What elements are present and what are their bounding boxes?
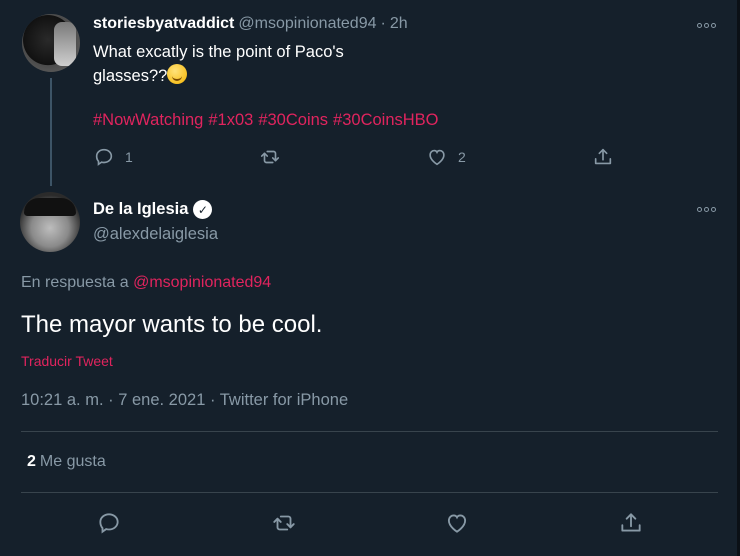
- parent-reply-button[interactable]: 1: [93, 146, 133, 168]
- like-button[interactable]: [444, 510, 470, 536]
- likes-label: Me gusta: [39, 453, 106, 470]
- heart-icon: [429, 149, 445, 166]
- parent-timestamp[interactable]: 2h: [390, 15, 408, 32]
- translate-tweet-link[interactable]: Traducir Tweet: [21, 353, 113, 369]
- thread-connector-line: [50, 78, 52, 186]
- hashtag-link[interactable]: #30CoinsHBO: [333, 111, 438, 129]
- parent-hashtags: #NowWatching #1x03 #30Coins #30CoinsHBO: [93, 111, 444, 130]
- reply-prefix: En respuesta a: [21, 274, 129, 291]
- parent-tweet-text: What excatly is the point of Paco's glas…: [93, 41, 413, 88]
- likes-summary[interactable]: 2 Me gusta: [27, 453, 106, 471]
- parent-like-count: 2: [458, 149, 466, 165]
- hashtag-link[interactable]: #30Coins: [258, 111, 328, 129]
- parent-handle[interactable]: @msopinionated94: [238, 15, 376, 32]
- avatar-de-la-iglesia[interactable]: [20, 192, 80, 252]
- parent-reply-count: 1: [125, 149, 133, 165]
- divider: [21, 431, 718, 432]
- focused-handle[interactable]: @alexdelaiglesia: [93, 225, 218, 244]
- parent-more-icon[interactable]: [695, 19, 717, 31]
- focused-more-icon[interactable]: [695, 203, 717, 215]
- reply-button[interactable]: [96, 510, 122, 536]
- grinning-sweat-emoji-icon: [167, 64, 188, 84]
- likes-count: 2: [27, 453, 36, 470]
- retweet-icon: [260, 150, 280, 164]
- focused-tweet-text: The mayor wants to be cool.: [21, 311, 323, 338]
- divider: [21, 492, 718, 493]
- focused-display-name-row: De la Iglesia ✓: [93, 200, 213, 219]
- avatar-storiesbyatvaddict[interactable]: [22, 14, 80, 72]
- hashtag-link[interactable]: #1x03: [208, 111, 253, 129]
- share-icon: [621, 513, 641, 532]
- focused-display-name[interactable]: De la Iglesia: [93, 200, 188, 219]
- reply-context: En respuesta a @msopinionated94: [21, 274, 271, 292]
- parent-share-button[interactable]: [592, 146, 614, 168]
- heart-icon: [447, 514, 467, 533]
- share-icon: [594, 148, 612, 165]
- header-separator: ·: [380, 15, 386, 32]
- tweet-meta: 10:21 a. m. · 7 ene. 2021 · Twitter for …: [21, 391, 349, 409]
- parent-like-button[interactable]: 2: [426, 146, 466, 168]
- tweet-thread: storiesbyatvaddict @msopinionated94 · 2h Wh…: [0, 0, 740, 556]
- parent-display-name[interactable]: storiesbyatvaddict: [93, 15, 234, 32]
- verified-badge-icon: ✓: [193, 200, 213, 219]
- reply-mention-link[interactable]: @msopinionated94: [133, 274, 271, 291]
- parent-retweet-button[interactable]: [259, 146, 281, 168]
- parent-tweet-header: storiesbyatvaddict @msopinionated94 · 2h: [93, 15, 408, 33]
- retweet-icon: [273, 515, 295, 531]
- hashtag-link[interactable]: #NowWatching: [93, 111, 203, 129]
- parent-text-content: What excatly is the point of Paco's glas…: [93, 43, 344, 85]
- retweet-button[interactable]: [271, 510, 297, 536]
- reply-icon: [95, 148, 113, 166]
- share-button[interactable]: [618, 510, 644, 536]
- reply-icon: [99, 513, 119, 534]
